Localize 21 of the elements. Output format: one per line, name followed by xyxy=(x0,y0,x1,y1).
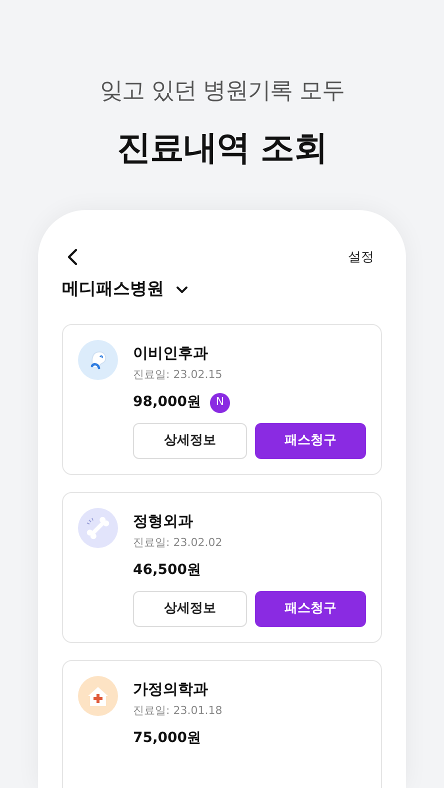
settings-link[interactable]: 설정 xyxy=(348,248,374,267)
claim-button[interactable]: 패스청구 xyxy=(254,422,366,458)
amount: 98,000원 xyxy=(133,393,202,412)
claim-button[interactable]: 패스청구 xyxy=(254,590,366,626)
visit-date: 진료일: 23.02.02 xyxy=(133,535,224,551)
amount: 75,000원 xyxy=(133,729,202,748)
visit-date: 진료일: 23.02.15 xyxy=(133,367,224,383)
department-name: 이비인후과 xyxy=(133,342,209,364)
hospital-selector[interactable]: 메디패스병원 xyxy=(62,277,382,302)
back-icon[interactable] xyxy=(66,248,78,266)
chevron-down-icon xyxy=(176,286,188,294)
visit-date: 진료일: 23.01.18 xyxy=(133,703,224,719)
department-name: 정형외과 xyxy=(133,510,194,532)
hospital-name: 메디패스병원 xyxy=(62,278,164,301)
headline-subtitle: 잊고 있던 병원기록 모두 xyxy=(100,77,344,106)
details-button[interactable]: 상세정보 xyxy=(133,422,246,458)
amount: 46,500원 xyxy=(133,561,202,580)
department-name: 가정의학과 xyxy=(133,678,209,700)
headline-title: 진료내역 조회 xyxy=(117,126,327,170)
details-button[interactable]: 상세정보 xyxy=(133,590,246,626)
new-badge: N xyxy=(210,392,230,412)
